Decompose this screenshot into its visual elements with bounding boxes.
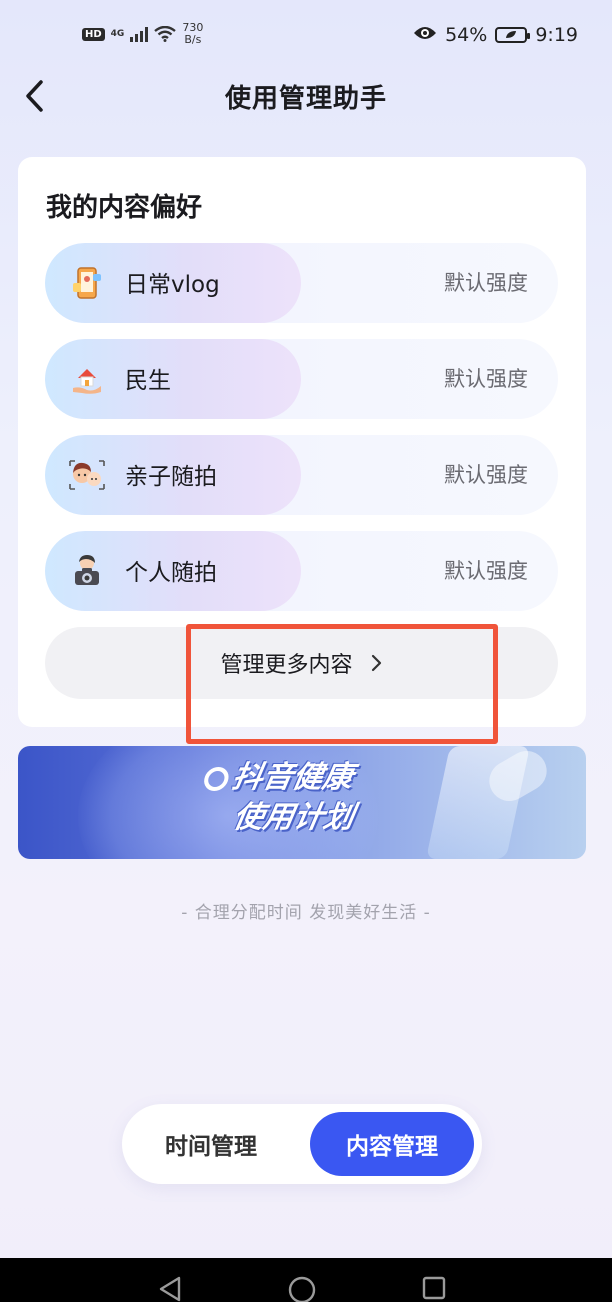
banner-line-1: 抖音健康 bbox=[229, 760, 356, 795]
system-nav-bar bbox=[0, 1258, 612, 1302]
health-plan-banner[interactable]: 抖音健康 使用计划 bbox=[18, 746, 586, 859]
clock: 9:19 bbox=[535, 24, 578, 46]
douyin-health-logo-icon bbox=[202, 766, 231, 791]
banner-title: 抖音健康 使用计划 bbox=[194, 758, 364, 838]
banner-line-2: 使用计划 bbox=[230, 800, 357, 835]
hd-badge: HD bbox=[82, 27, 105, 41]
battery-icon bbox=[495, 27, 531, 43]
signal-icon bbox=[130, 26, 149, 42]
preference-strength[interactable]: 默认强度 bbox=[444, 267, 528, 297]
highlight-box bbox=[186, 624, 498, 744]
back-triangle-icon[interactable] bbox=[158, 1276, 182, 1302]
card-title: 我的内容偏好 bbox=[46, 193, 203, 223]
wifi-icon bbox=[154, 26, 177, 42]
preference-row-personal[interactable]: 个人随拍 默认强度 bbox=[45, 531, 558, 611]
status-left: HD 4G 730 B/s bbox=[82, 22, 203, 46]
preference-label: 个人随拍 bbox=[125, 560, 217, 586]
home-circle-icon[interactable] bbox=[288, 1276, 316, 1302]
preference-label: 日常vlog bbox=[125, 272, 220, 298]
network-speed: 730 B/s bbox=[182, 22, 203, 46]
preference-strength[interactable]: 默认强度 bbox=[444, 555, 528, 585]
house-hand-icon bbox=[67, 359, 107, 399]
phone-vlog-icon bbox=[67, 263, 107, 303]
parent-child-icon bbox=[67, 455, 107, 495]
preference-label: 民生 bbox=[125, 368, 171, 394]
tab-time-management[interactable]: 时间管理 bbox=[136, 1112, 286, 1176]
preference-label: 亲子随拍 bbox=[125, 464, 217, 490]
recents-square-icon[interactable] bbox=[422, 1276, 446, 1300]
network-type: 4G bbox=[110, 28, 125, 39]
camera-person-icon bbox=[67, 551, 107, 591]
nav-bar: 使用管理助手 bbox=[0, 60, 612, 132]
speed-unit: B/s bbox=[184, 33, 202, 46]
status-right: 54% 9:19 bbox=[413, 24, 578, 46]
preference-strength[interactable]: 默认强度 bbox=[444, 459, 528, 489]
management-tabs: 时间管理 内容管理 bbox=[122, 1104, 482, 1184]
slogan: - 合理分配时间 发现美好生活 - bbox=[181, 903, 431, 923]
tab-content-management[interactable]: 内容管理 bbox=[310, 1112, 474, 1176]
battery-percent: 54% bbox=[445, 24, 488, 46]
preference-row-livelihood[interactable]: 民生 默认强度 bbox=[45, 339, 558, 419]
eye-icon bbox=[413, 24, 437, 46]
preference-row-vlog[interactable]: 日常vlog 默认强度 bbox=[45, 243, 558, 323]
preference-row-parent-child[interactable]: 亲子随拍 默认强度 bbox=[45, 435, 558, 515]
preference-strength[interactable]: 默认强度 bbox=[444, 363, 528, 393]
page-title: 使用管理助手 bbox=[224, 84, 387, 114]
